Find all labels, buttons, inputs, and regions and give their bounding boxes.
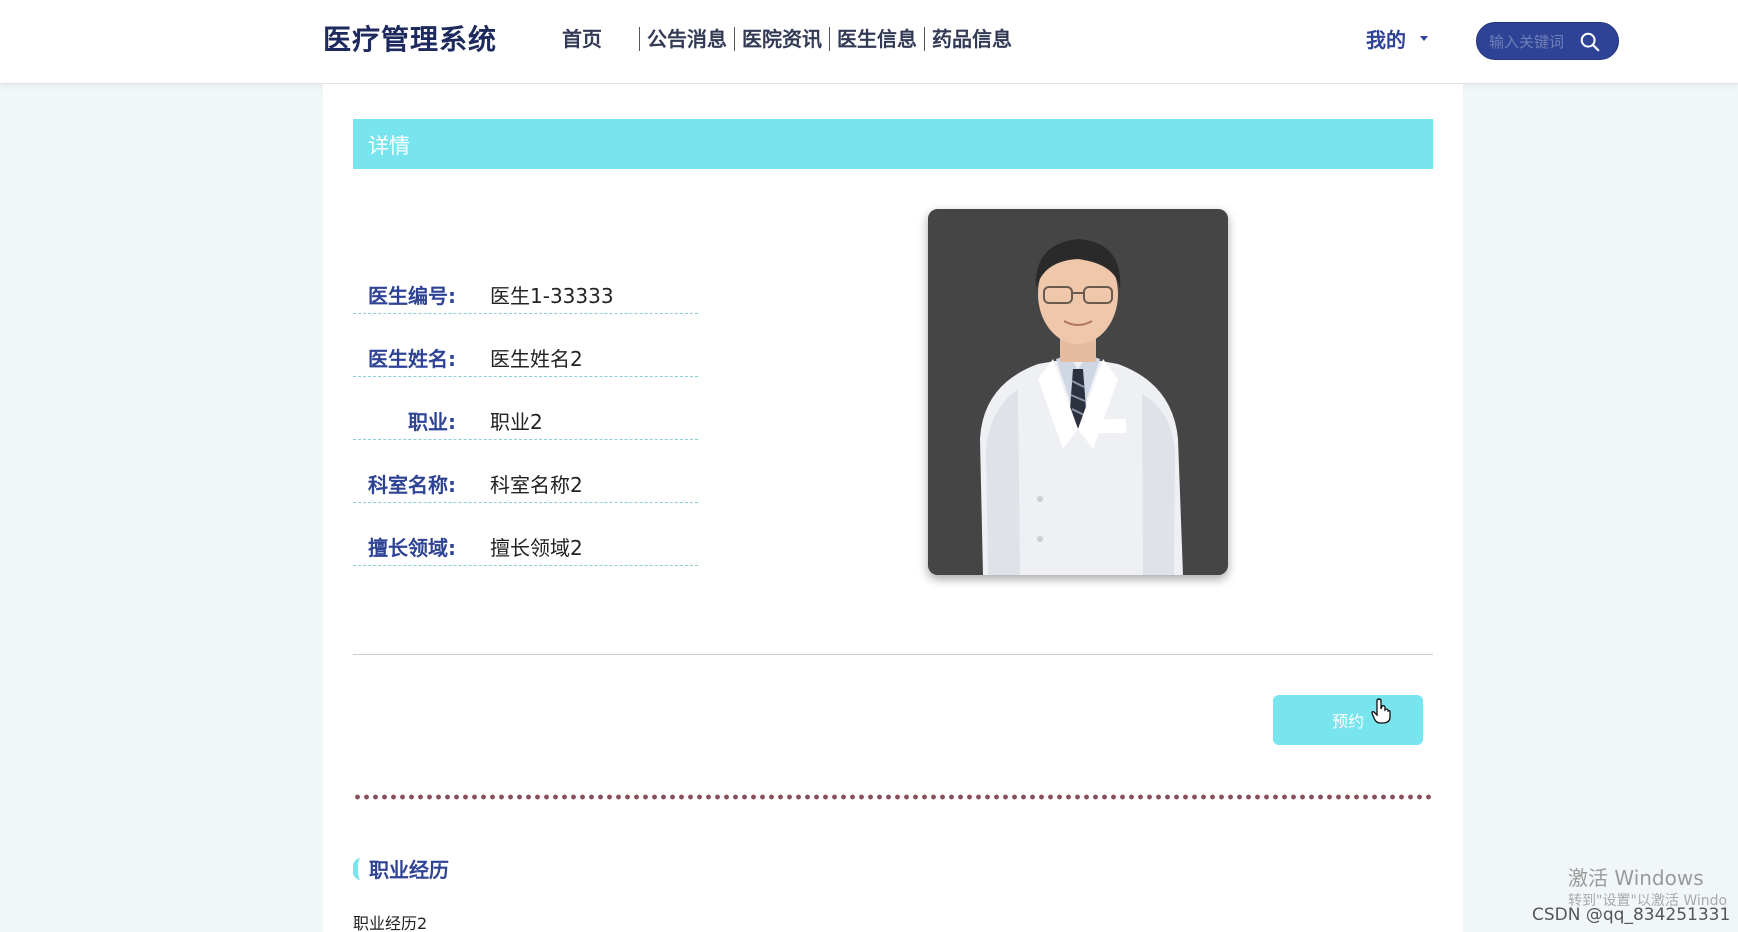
career-section-title: 职业经历 (369, 858, 449, 882)
search-input[interactable] (1489, 31, 1579, 53)
field-department: 科室名称: 科室名称2 (353, 463, 698, 503)
search-box (1476, 22, 1619, 60)
hand-cursor-icon (1371, 698, 1391, 724)
nav-medicine-info[interactable]: 药品信息 (932, 25, 1012, 53)
doctor-photo (928, 209, 1228, 575)
field-value: 科室名称2 (490, 473, 583, 497)
nav-divider (639, 27, 640, 51)
nav-hospital-news[interactable]: 医院资讯 (742, 25, 822, 53)
detail-header-bar: 详情 (353, 119, 1433, 169)
csdn-watermark: CSDN @qq_834251331 (1532, 905, 1731, 925)
career-section-header: 职业经历 (353, 854, 449, 883)
field-specialty: 擅长领域: 擅长领域2 (353, 526, 698, 566)
field-label: 职业: (408, 410, 456, 434)
field-value: 职业2 (490, 410, 543, 434)
section-divider (353, 654, 1433, 655)
field-label: 擅长领域: (368, 536, 456, 560)
windows-activation-title: 激活 Windows (1568, 866, 1704, 890)
dotted-separator (353, 794, 1433, 800)
doctor-portrait-image (928, 209, 1228, 575)
chevron-down-icon (1420, 36, 1428, 41)
nav-divider (734, 27, 735, 51)
user-menu-label: 我的 (1366, 28, 1406, 52)
top-navbar: 医疗管理系统 首页 公告消息 医院资讯 医生信息 药品信息 我的 (0, 0, 1738, 84)
detail-title: 详情 (368, 134, 410, 158)
user-menu[interactable]: 我的 (1366, 24, 1428, 53)
detail-card: 详情 医生编号: 医生1-33333 医生姓名: 医生姓名2 职业: 职业2 科… (323, 84, 1463, 932)
field-doctor-id: 医生编号: 医生1-33333 (353, 274, 698, 314)
book-appointment-button[interactable]: 预约 (1273, 695, 1423, 745)
nav-divider (829, 27, 830, 51)
field-doctor-name: 医生姓名: 医生姓名2 (353, 337, 698, 377)
field-value: 擅长领域2 (490, 536, 583, 560)
field-label: 科室名称: (368, 473, 456, 497)
main-nav: 首页 公告消息 医院资讯 医生信息 药品信息 (562, 25, 1012, 53)
field-value: 医生姓名2 (490, 347, 583, 371)
nav-announcements[interactable]: 公告消息 (647, 25, 727, 53)
search-icon[interactable] (1579, 31, 1601, 53)
section-accent-icon (353, 857, 361, 880)
field-label: 医生姓名: (368, 347, 456, 371)
nav-divider (924, 27, 925, 51)
nav-doctor-info[interactable]: 医生信息 (837, 25, 917, 53)
field-label: 医生编号: (368, 284, 456, 308)
field-occupation: 职业: 职业2 (353, 400, 698, 440)
site-title[interactable]: 医疗管理系统 (323, 18, 497, 58)
career-section-content: 职业经历2 (353, 914, 428, 932)
field-value: 医生1-33333 (490, 284, 614, 308)
nav-home[interactable]: 首页 (562, 25, 602, 53)
